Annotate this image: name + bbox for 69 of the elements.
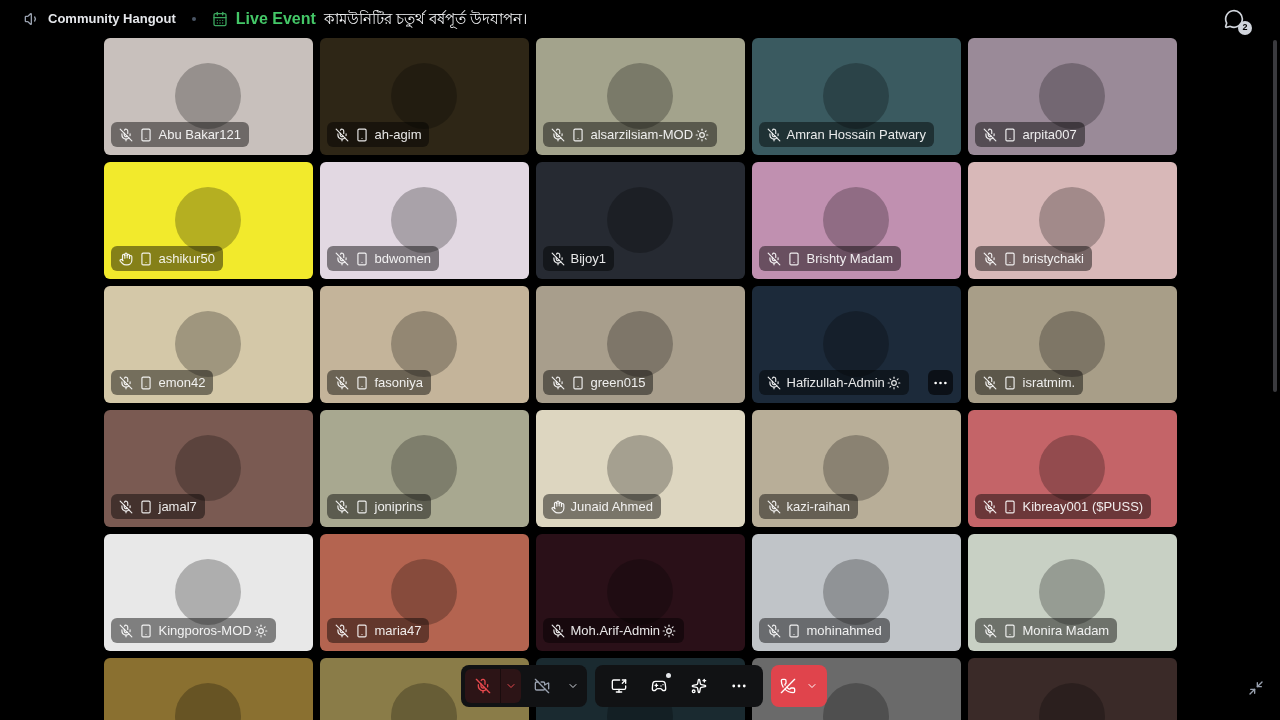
chat-count-badge: 2	[1238, 21, 1252, 35]
hang-up-icon	[780, 678, 796, 694]
participant-name: ashikur50	[158, 249, 215, 268]
mic-off-icon	[474, 678, 491, 694]
participant-name: Hafizullah-Admin	[786, 373, 885, 392]
scrollbar[interactable]	[1273, 40, 1277, 392]
participant-tile[interactable]: ah-agim	[319, 38, 529, 155]
participant-tile[interactable]: Brishty Madam	[751, 162, 961, 279]
collapse-icon	[1248, 680, 1264, 696]
participant-name: Kingporos-MOD	[158, 621, 252, 640]
participant-name: bristychaki	[1022, 249, 1084, 268]
participant-tile[interactable]: emon42	[103, 286, 313, 403]
participant-name: isratmim.	[1022, 373, 1076, 392]
participant-name: green015	[590, 373, 646, 392]
participant-name: ah-agim	[374, 125, 422, 144]
participant-tile[interactable]: bdwomen	[319, 162, 529, 279]
participant-tile[interactable]: ashikur50	[103, 162, 313, 279]
participant-tile[interactable]: Bijoy1	[535, 162, 745, 279]
chat-button[interactable]	[1224, 9, 1244, 29]
participant-name: arpita007	[1022, 125, 1077, 144]
participant-tile[interactable]: mohinahmed	[751, 534, 961, 651]
participant-name: joniprins	[374, 497, 423, 516]
channel-name: Community Hangout	[48, 10, 176, 29]
calendar-icon	[211, 11, 228, 27]
participant-tile[interactable]: green015	[535, 286, 745, 403]
participant-name: kazi-raihan	[786, 497, 851, 516]
participant-tile[interactable]: Kingporos-MOD	[103, 534, 313, 651]
participant-tile[interactable]: alsarzilsiam-MOD	[535, 38, 745, 155]
participant-name: Abu Bakar121	[158, 125, 241, 144]
participant-name: Junaid Ahmed	[570, 497, 653, 516]
participant-tile[interactable]: arpita007	[967, 38, 1177, 155]
event-title: কামউনিটির চতুর্থ বর্ষপূর্ত উদযাপন।	[323, 8, 528, 31]
participant-tile[interactable]: joniprins	[319, 410, 529, 527]
participant-tile[interactable]: Monira Madam	[967, 534, 1177, 651]
participant-tile[interactable]: maria47	[319, 534, 529, 651]
participant-tile[interactable]: Abu Bakar121	[103, 38, 313, 155]
participant-name: mohinahmed	[806, 621, 882, 640]
participant-name: maria47	[374, 621, 422, 640]
participant-tile[interactable]: kazi-raihan	[751, 410, 961, 527]
participant-name: emon42	[158, 373, 206, 392]
participant-tile[interactable]: isratmim.	[967, 286, 1177, 403]
event-status: Live Event	[235, 9, 316, 29]
participant-name: bdwomen	[374, 249, 431, 268]
participant-name: jamal7	[158, 497, 197, 516]
participant-tile[interactable]: Junaid Ahmed	[535, 410, 745, 527]
participant-name: Kibreay001 ($PUSS)	[1022, 497, 1144, 516]
participant-tile[interactable]: jamal7	[103, 410, 313, 527]
more-icon	[933, 380, 947, 385]
participant-name: Monira Madam	[1022, 621, 1110, 640]
participant-tile[interactable]: fasoniya	[319, 286, 529, 403]
camera-off-icon	[534, 678, 550, 694]
chat-icon	[1224, 9, 1244, 29]
mic-button[interactable]	[465, 669, 501, 703]
participant-name: fasoniya	[374, 373, 423, 392]
sparkle-icon	[691, 678, 707, 694]
participant-name: Moh.Arif-Admin	[570, 621, 661, 640]
gamepad-icon	[651, 678, 667, 694]
participant-tile[interactable]: Moh.Arif-Admin	[535, 534, 745, 651]
participant-name: alsarzilsiam-MOD	[590, 125, 694, 144]
participant-tile[interactable]: Kibreay001 ($PUSS)	[967, 410, 1177, 527]
participant-name: Amran Hossain Patwary	[786, 125, 926, 144]
participant-name: Bijoy1	[570, 249, 606, 268]
participant-tile[interactable]: Hafizullah-Admin	[751, 286, 961, 403]
more-options-button[interactable]	[927, 370, 953, 395]
more-icon	[732, 684, 746, 688]
participant-tile[interactable]: bristychaki	[967, 162, 1177, 279]
screen-share-icon	[611, 678, 627, 694]
participant-tile[interactable]: Amran Hossain Patwary	[751, 38, 961, 155]
participant-name: Brishty Madam	[806, 249, 894, 268]
